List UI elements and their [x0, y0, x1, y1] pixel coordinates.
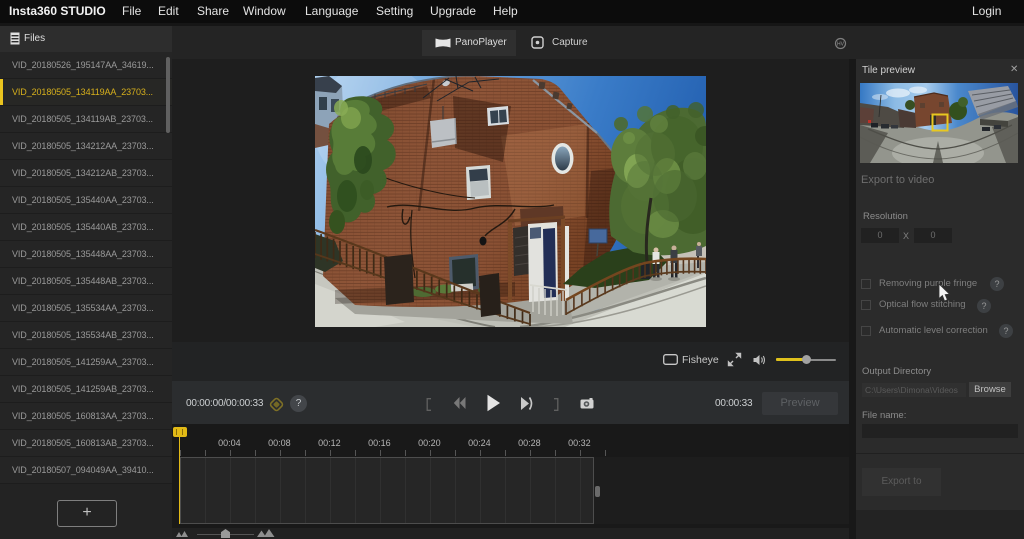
- svg-text:HV: HV: [837, 42, 845, 48]
